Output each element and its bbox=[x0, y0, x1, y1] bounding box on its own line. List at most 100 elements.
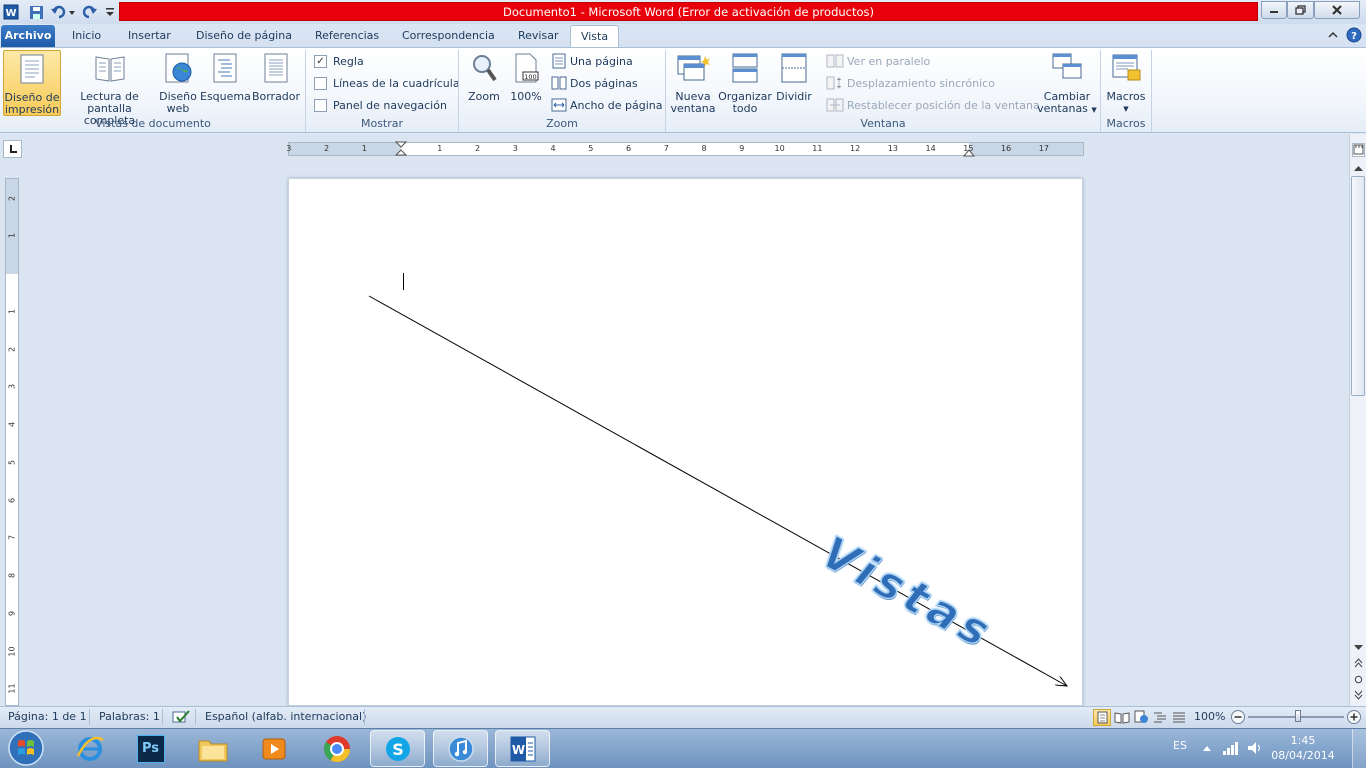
dividir-button[interactable]: Dividir bbox=[774, 50, 814, 116]
vertical-ruler-tick-label: 8 bbox=[7, 572, 17, 579]
zoom-slider-thumb[interactable] bbox=[1295, 710, 1301, 722]
restablecer-posicion-button[interactable]: Restablecer posición de la ventana bbox=[826, 95, 1040, 115]
tab-correspondencia[interactable]: Correspondencia bbox=[392, 25, 505, 47]
minimize-ribbon-icon[interactable] bbox=[1327, 29, 1339, 44]
regla-checkbox[interactable]: ✓ Regla bbox=[314, 51, 364, 71]
scroll-up-button[interactable] bbox=[1351, 161, 1366, 175]
minimize-button[interactable] bbox=[1261, 1, 1287, 19]
view-draft-button[interactable] bbox=[1171, 710, 1187, 727]
tab-selector[interactable] bbox=[3, 140, 22, 158]
right-indent-marker-icon[interactable] bbox=[963, 147, 975, 157]
arrange-all-icon bbox=[732, 53, 758, 83]
show-desktop-button[interactable] bbox=[1352, 729, 1366, 768]
browse-object-button[interactable] bbox=[1351, 672, 1366, 686]
esquema-button[interactable]: Esquema bbox=[200, 50, 251, 116]
network-icon[interactable] bbox=[1222, 740, 1240, 759]
double-up-icon bbox=[1354, 658, 1363, 668]
ruler-toggle-button[interactable] bbox=[1352, 143, 1365, 157]
tab-insertar[interactable]: Insertar bbox=[118, 25, 181, 47]
word-app-icon[interactable]: W bbox=[2, 3, 20, 21]
proofing-icon[interactable] bbox=[171, 709, 191, 728]
taskbar-word[interactable]: W bbox=[495, 730, 550, 767]
status-separator bbox=[162, 709, 163, 725]
ver-paralelo-label: Ver en paralelo bbox=[847, 54, 931, 68]
restore-button[interactable] bbox=[1287, 1, 1314, 19]
borrador-button[interactable]: Borrador bbox=[251, 50, 301, 116]
zoom-level[interactable]: 100% bbox=[1194, 710, 1225, 723]
ancho-pagina-button[interactable]: Ancho de página bbox=[551, 95, 662, 115]
close-button[interactable] bbox=[1314, 1, 1360, 19]
vertical-ruler[interactable]: 2 1 1 2 3 4 5 6 7 8 9 10 11 bbox=[5, 178, 19, 706]
taskbar-ie[interactable] bbox=[62, 730, 117, 767]
scroll-down-button[interactable] bbox=[1351, 641, 1366, 655]
ruler-tick-label: 8 bbox=[701, 144, 707, 153]
tab-revisar[interactable]: Revisar bbox=[508, 25, 568, 47]
status-language[interactable]: Español (alfab. internacional) bbox=[205, 710, 366, 723]
cambiar-ventanas-button[interactable]: Cambiar ventanas ▼ bbox=[1036, 50, 1098, 116]
view-full-screen-button[interactable] bbox=[1114, 710, 1130, 727]
diseno-impresion-label-2: impresión bbox=[4, 103, 60, 116]
taskbar-chrome[interactable] bbox=[309, 730, 364, 767]
ruler-tick-label: 14 bbox=[925, 144, 936, 153]
vertical-scrollbar[interactable] bbox=[1349, 134, 1366, 706]
diseno-web-button[interactable]: Diseño web bbox=[157, 50, 199, 116]
undo-icon[interactable] bbox=[49, 3, 77, 21]
view-print-layout-button[interactable] bbox=[1093, 709, 1111, 726]
view-web-button[interactable] bbox=[1133, 710, 1149, 727]
tab-inicio[interactable]: Inicio bbox=[62, 25, 111, 47]
ruler-tick-label: 1 bbox=[361, 144, 367, 153]
lectura-pantalla-button[interactable]: Lectura de pantalla completa bbox=[62, 50, 157, 127]
save-icon[interactable] bbox=[27, 3, 45, 21]
view-outline-button[interactable] bbox=[1152, 710, 1168, 727]
tab-referencias[interactable]: Referencias bbox=[305, 25, 389, 47]
scroll-thumb[interactable] bbox=[1351, 176, 1365, 396]
macros-icon bbox=[1112, 54, 1141, 81]
start-button[interactable] bbox=[4, 729, 48, 767]
taskbar-media-player[interactable] bbox=[246, 730, 301, 767]
redo-icon[interactable] bbox=[81, 3, 99, 21]
zoom-button[interactable]: Zoom bbox=[464, 50, 504, 116]
ruler-icon bbox=[1353, 144, 1364, 155]
status-page[interactable]: Página: 1 de 1 bbox=[8, 710, 87, 723]
taskbar-itunes[interactable] bbox=[433, 730, 488, 767]
horizontal-ruler[interactable]: 3 2 1 1 2 3 4 5 6 7 8 9 10 11 12 13 14 15 16 17 bbox=[286, 141, 1084, 159]
panel-navegacion-checkbox[interactable]: Panel de navegación bbox=[314, 95, 447, 115]
one-page-icon bbox=[552, 53, 566, 69]
keyboard-language[interactable]: ES bbox=[1173, 739, 1187, 752]
document-page[interactable]: Vistas bbox=[288, 178, 1083, 706]
nueva-ventana-button[interactable]: Nueva ventana bbox=[670, 50, 716, 116]
lineas-label: Líneas de la cuadrícula bbox=[333, 76, 460, 90]
organizar-todo-button[interactable]: Organizar todo bbox=[718, 50, 772, 116]
status-words[interactable]: Palabras: 1 bbox=[99, 710, 160, 723]
customize-qat-icon[interactable] bbox=[104, 3, 116, 21]
clock[interactable]: 1:45 08/04/2014 bbox=[1268, 733, 1338, 763]
tab-archivo[interactable]: Archivo bbox=[1, 25, 55, 47]
chevron-up-icon bbox=[1203, 746, 1211, 751]
taskbar-photoshop[interactable]: Ps bbox=[123, 730, 178, 767]
desplazamiento-sincronico-button[interactable]: Desplazamiento sincrónico bbox=[826, 73, 995, 93]
zoom-out-button[interactable] bbox=[1230, 709, 1246, 728]
taskbar-explorer[interactable] bbox=[185, 730, 240, 767]
zoom-100-button[interactable]: 100 100% bbox=[506, 50, 546, 116]
help-icon[interactable]: ? bbox=[1346, 27, 1362, 46]
dos-paginas-button[interactable]: Dos páginas bbox=[551, 73, 638, 93]
folder-icon bbox=[198, 740, 227, 761]
volume-icon[interactable] bbox=[1246, 740, 1264, 759]
una-pagina-button[interactable]: Una página bbox=[551, 51, 633, 71]
internet-explorer-icon bbox=[76, 736, 104, 761]
taskbar-skype[interactable]: S bbox=[370, 730, 425, 767]
indent-marker-icon[interactable] bbox=[395, 141, 407, 159]
cambiar-label-2: ventanas bbox=[1037, 102, 1088, 115]
macros-button[interactable]: Macros ▼ bbox=[1104, 50, 1148, 116]
diseno-impresion-button[interactable]: Diseño de impresión bbox=[3, 50, 61, 116]
group-mostrar-label: Mostrar bbox=[360, 117, 404, 130]
lineas-cuadricula-checkbox[interactable]: Líneas de la cuadrícula bbox=[314, 73, 460, 93]
ver-paralelo-button[interactable]: Ver en paralelo bbox=[826, 51, 930, 71]
vertical-ruler-tick-label: 1 bbox=[7, 233, 17, 239]
zoom-in-button[interactable] bbox=[1346, 709, 1362, 728]
tab-diseno-pagina[interactable]: Diseño de página bbox=[186, 25, 302, 47]
next-page-button[interactable] bbox=[1351, 688, 1366, 702]
previous-page-button[interactable] bbox=[1351, 656, 1366, 670]
show-hidden-icons[interactable] bbox=[1202, 742, 1212, 755]
tab-vista[interactable]: Vista bbox=[570, 25, 619, 48]
